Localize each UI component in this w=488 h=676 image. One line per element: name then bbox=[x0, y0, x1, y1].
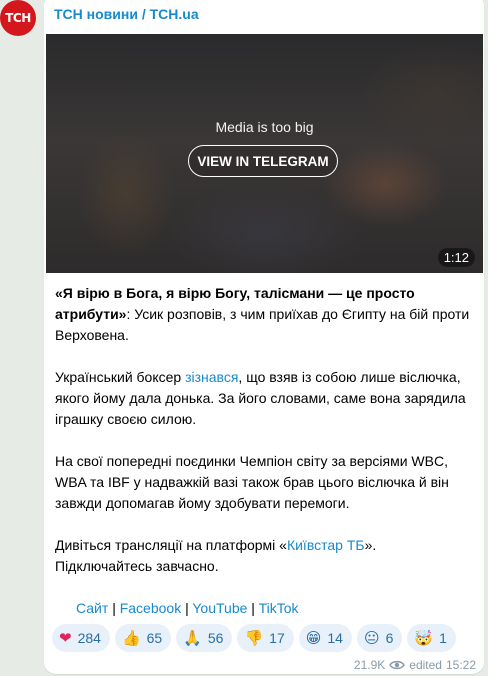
message-meta: 21.9K edited 15:22 bbox=[354, 658, 476, 672]
video-preview[interactable]: Media is too big VIEW IN TELEGRAM 1:12 bbox=[46, 34, 483, 273]
paragraph-2: Український боксер зізнався, що взяв із … bbox=[55, 367, 473, 430]
channel-avatar[interactable]: ТСН bbox=[0, 0, 36, 36]
paragraph-4-pre: Дивіться трансляції на платформі « bbox=[55, 537, 287, 553]
post-text: «Я вірю в Бога, я вірю Богу, талісмани —… bbox=[55, 283, 473, 640]
confessed-link[interactable]: зізнався bbox=[185, 369, 238, 385]
eye-icon bbox=[389, 659, 406, 671]
reaction-count: 1 bbox=[439, 630, 447, 646]
paragraph-3: На свої попередні поєдинки Чемпіон світу… bbox=[55, 453, 449, 511]
separator: | bbox=[251, 600, 255, 616]
thumbs-down-icon: 👎 bbox=[244, 629, 264, 647]
reaction-count: 56 bbox=[207, 630, 224, 646]
reaction-count: 14 bbox=[327, 630, 343, 646]
reaction-count: 6 bbox=[385, 630, 394, 646]
reaction-grin[interactable]: 😁 14 bbox=[298, 624, 352, 652]
reaction-exploding-head[interactable]: 🤯 1 bbox=[407, 624, 456, 652]
grinning-face-icon: 😁 bbox=[305, 629, 322, 647]
edited-label: edited bbox=[409, 658, 442, 672]
reaction-neutral[interactable]: 😐 6 bbox=[356, 624, 403, 652]
reaction-count: 284 bbox=[77, 630, 101, 646]
reaction-count: 17 bbox=[269, 630, 285, 646]
view-in-telegram-button[interactable]: VIEW IN TELEGRAM bbox=[188, 145, 338, 177]
kyivstar-tv-link[interactable]: Київстар ТБ bbox=[287, 537, 365, 553]
social-links: Сайт | Facebook | YouTube | TikTok bbox=[76, 598, 473, 619]
site-link[interactable]: Сайт bbox=[76, 600, 108, 616]
reaction-thumbs-down[interactable]: 👎 17 bbox=[237, 624, 294, 652]
tiktok-link[interactable]: TikTok bbox=[259, 600, 299, 616]
exploding-head-icon: 🤯 bbox=[414, 629, 434, 647]
message-time: 15:22 bbox=[445, 658, 476, 672]
reaction-pray[interactable]: 🙏 56 bbox=[176, 624, 233, 652]
youtube-link[interactable]: YouTube bbox=[192, 600, 247, 616]
reaction-heart[interactable]: ❤ 284 bbox=[52, 624, 110, 652]
paragraph-2-pre: Український боксер bbox=[55, 369, 186, 385]
separator: | bbox=[185, 600, 189, 616]
paragraph-1: «Я вірю в Бога, я вірю Богу, талісмани —… bbox=[55, 283, 473, 346]
video-duration: 1:12 bbox=[437, 248, 475, 267]
red-heart-icon: ❤ bbox=[59, 629, 72, 647]
facebook-link[interactable]: Facebook bbox=[120, 600, 181, 616]
folded-hands-icon: 🙏 bbox=[183, 629, 202, 647]
view-count: 21.9K bbox=[353, 658, 386, 672]
neutral-face-icon: 😐 bbox=[363, 629, 380, 647]
reaction-count: 65 bbox=[146, 630, 163, 646]
reaction-thumbs-up[interactable]: 👍 65 bbox=[114, 624, 172, 652]
separator: | bbox=[112, 600, 116, 616]
media-too-big-message: Media is too big bbox=[215, 119, 314, 135]
reactions-bar: ❤ 284 👍 65 🙏 56 👎 17 😁 14 😐 6 🤯 1 bbox=[52, 624, 456, 652]
thumbs-up-icon: 👍 bbox=[121, 629, 141, 647]
paragraph-4: Дивіться трансляції на платформі «Київст… bbox=[55, 535, 473, 577]
channel-name[interactable]: ТСН новини / TCH.ua bbox=[54, 6, 199, 22]
